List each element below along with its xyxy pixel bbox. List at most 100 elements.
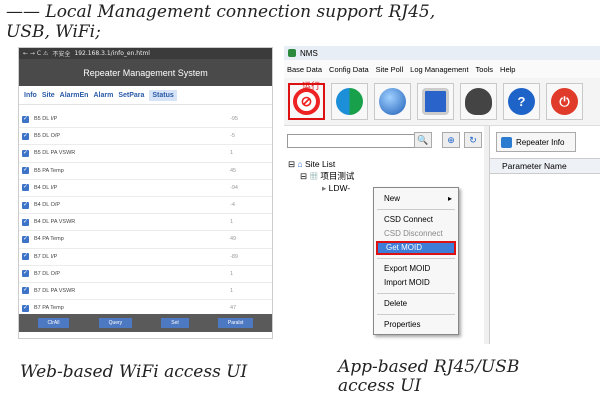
refresh-icon[interactable]: ↻ [464,132,482,148]
network-button[interactable] [374,83,411,120]
row-param-name: B7 DL O/P [34,270,61,277]
browser-address-bar[interactable]: ← → C ⚠ 不安全 192.168.3.1/info_en.html [19,48,272,59]
menu-separator [377,209,455,210]
row-param-value: 49 [230,236,237,243]
run-annotation: 运行 [302,82,321,92]
monitor-icon [422,88,449,115]
web-page-title: Repeater Management System [19,59,272,86]
row-param-value: -94 [230,184,238,191]
detail-pane: Repeater Info Parameter Name [489,126,600,344]
menu-config-data[interactable]: Config Data [329,65,369,74]
row-param-name: B5 DL I/P [34,116,58,123]
menu-delete[interactable]: Delete [374,297,458,311]
help-icon: ? [508,88,535,115]
table-row: ✓ B4 DL O/P -4 [19,197,272,215]
search-icon[interactable]: 🔍 [414,132,432,148]
tab-alarm[interactable]: Alarm [93,92,113,99]
row-checkbox[interactable]: ✓ [22,115,29,123]
menu-export-moid[interactable]: Export MOID [374,262,458,276]
user-button[interactable] [460,83,497,120]
add-icon[interactable]: ⊕ [442,132,460,148]
tab-alarmen[interactable]: AlarmEn [60,92,89,99]
paralst-button[interactable]: Paralst [217,318,254,328]
table-row: ✓ B5 DL PA VSWR 1 [19,145,272,163]
device-icon: ▸ [322,183,327,193]
row-checkbox[interactable]: ✓ [22,167,29,175]
menu-new[interactable]: New ▸ [374,192,458,206]
connect-icon [336,88,363,115]
tree-root[interactable]: ⊟ ⌂ Site List [288,158,354,170]
row-param-name: B5 PA Temp [34,167,64,174]
power-button[interactable]: ⏻ [546,83,583,120]
monitor-button[interactable] [417,83,454,120]
tree-device[interactable]: ▸ LDW- [288,182,354,194]
power-icon: ⏻ [551,88,578,115]
menu-separator [377,314,455,315]
app-titlebar: NMS [284,46,600,60]
set-button[interactable]: Set [161,318,189,328]
stop-icon: ⊘ [293,88,320,115]
security-label: 不安全 [52,51,71,58]
row-checkbox[interactable]: ✓ [22,184,29,192]
menu-help[interactable]: Help [500,65,515,74]
menu-separator [377,293,455,294]
row-checkbox[interactable]: ✓ [22,149,29,157]
heading-text: —— Local Management connection support R… [6,2,436,42]
connect-button[interactable] [331,83,368,120]
tree-device-label: LDW- [328,183,351,193]
tab-repeater-info[interactable]: Repeater Info [496,132,576,152]
menu-csd-connect[interactable]: CSD Connect [374,213,458,227]
menu-get-moid[interactable]: Get MOID [376,241,456,255]
row-param-value: 45 [230,167,237,174]
row-param-name: B4 DL O/P [34,202,61,209]
row-checkbox[interactable]: ✓ [22,270,29,278]
site-tree: ⊟ ⌂ Site List ⊟ ▦ 项目测试 ▸ LDW- [288,158,354,194]
row-checkbox[interactable]: ✓ [22,304,29,312]
site-search-input[interactable] [287,134,415,148]
menu-base-data[interactable]: Base Data [287,65,322,74]
site-list-icon: ⌂ [297,159,303,169]
tab-setpara[interactable]: SetPara [118,92,144,99]
tab-info[interactable]: Info [24,92,37,99]
tab-status[interactable]: Status [149,89,177,101]
table-row: ✓ B7 DL I/P -89 [19,249,272,266]
menu-log-management[interactable]: Log Management [410,65,468,74]
row-checkbox[interactable]: ✓ [22,132,29,140]
app-toolbar: ⊘ ? ⏻ [284,78,600,126]
table-row: ✓ B5 DL O/P -5 [19,128,272,146]
menu-import-moid[interactable]: Import MOID [374,276,458,290]
submenu-arrow-icon: ▸ [447,194,452,203]
url-text[interactable]: 192.168.3.1/info_en.html [74,50,150,57]
row-param-value: 1 [230,219,234,226]
row-checkbox[interactable]: ✓ [22,201,29,209]
caption-app-ui: App-based RJ45/USB access UI [338,357,520,396]
row-param-name: B7 PA Temp [34,305,64,312]
row-checkbox[interactable]: ✓ [22,253,29,261]
browser-nav-icons[interactable]: ← → C ⚠ [23,50,48,57]
row-param-value: 1 [230,150,234,157]
menu-site-poll[interactable]: Site Poll [376,65,404,74]
app-menubar: Base Data Config Data Site Poll Log Mana… [284,60,600,78]
row-param-value: -95 [230,116,238,123]
row-param-name: B7 DL PA VSWR [34,287,76,294]
menu-csd-disconnect: CSD Disconnect [384,229,443,238]
row-checkbox[interactable]: ✓ [22,218,29,226]
web-button-bar: ClrAll Query Set Paralst [19,314,272,332]
table-row: ✓ B7 DL PA VSWR 1 [19,283,272,301]
table-row: ✓ B4 PA Temp 49 [19,231,272,249]
menu-properties[interactable]: Properties [374,318,458,332]
clrall-button[interactable]: ClrAll [37,318,70,328]
menu-tools[interactable]: Tools [476,65,494,74]
help-button[interactable]: ? [503,83,540,120]
row-param-value: -4 [230,202,235,209]
tree-project[interactable]: ⊟ ▦ 项目测试 [288,170,354,182]
query-button[interactable]: Query [98,318,133,328]
row-param-name: B4 DL PA VSWR [34,219,76,226]
row-param-name: B7 DL I/P [34,253,58,260]
app-logo-icon [288,49,296,57]
tab-site[interactable]: Site [42,92,55,99]
row-checkbox[interactable]: ✓ [22,287,29,295]
row-param-value: 47 [230,305,237,312]
row-param-value: -89 [230,253,238,260]
row-checkbox[interactable]: ✓ [22,235,29,243]
